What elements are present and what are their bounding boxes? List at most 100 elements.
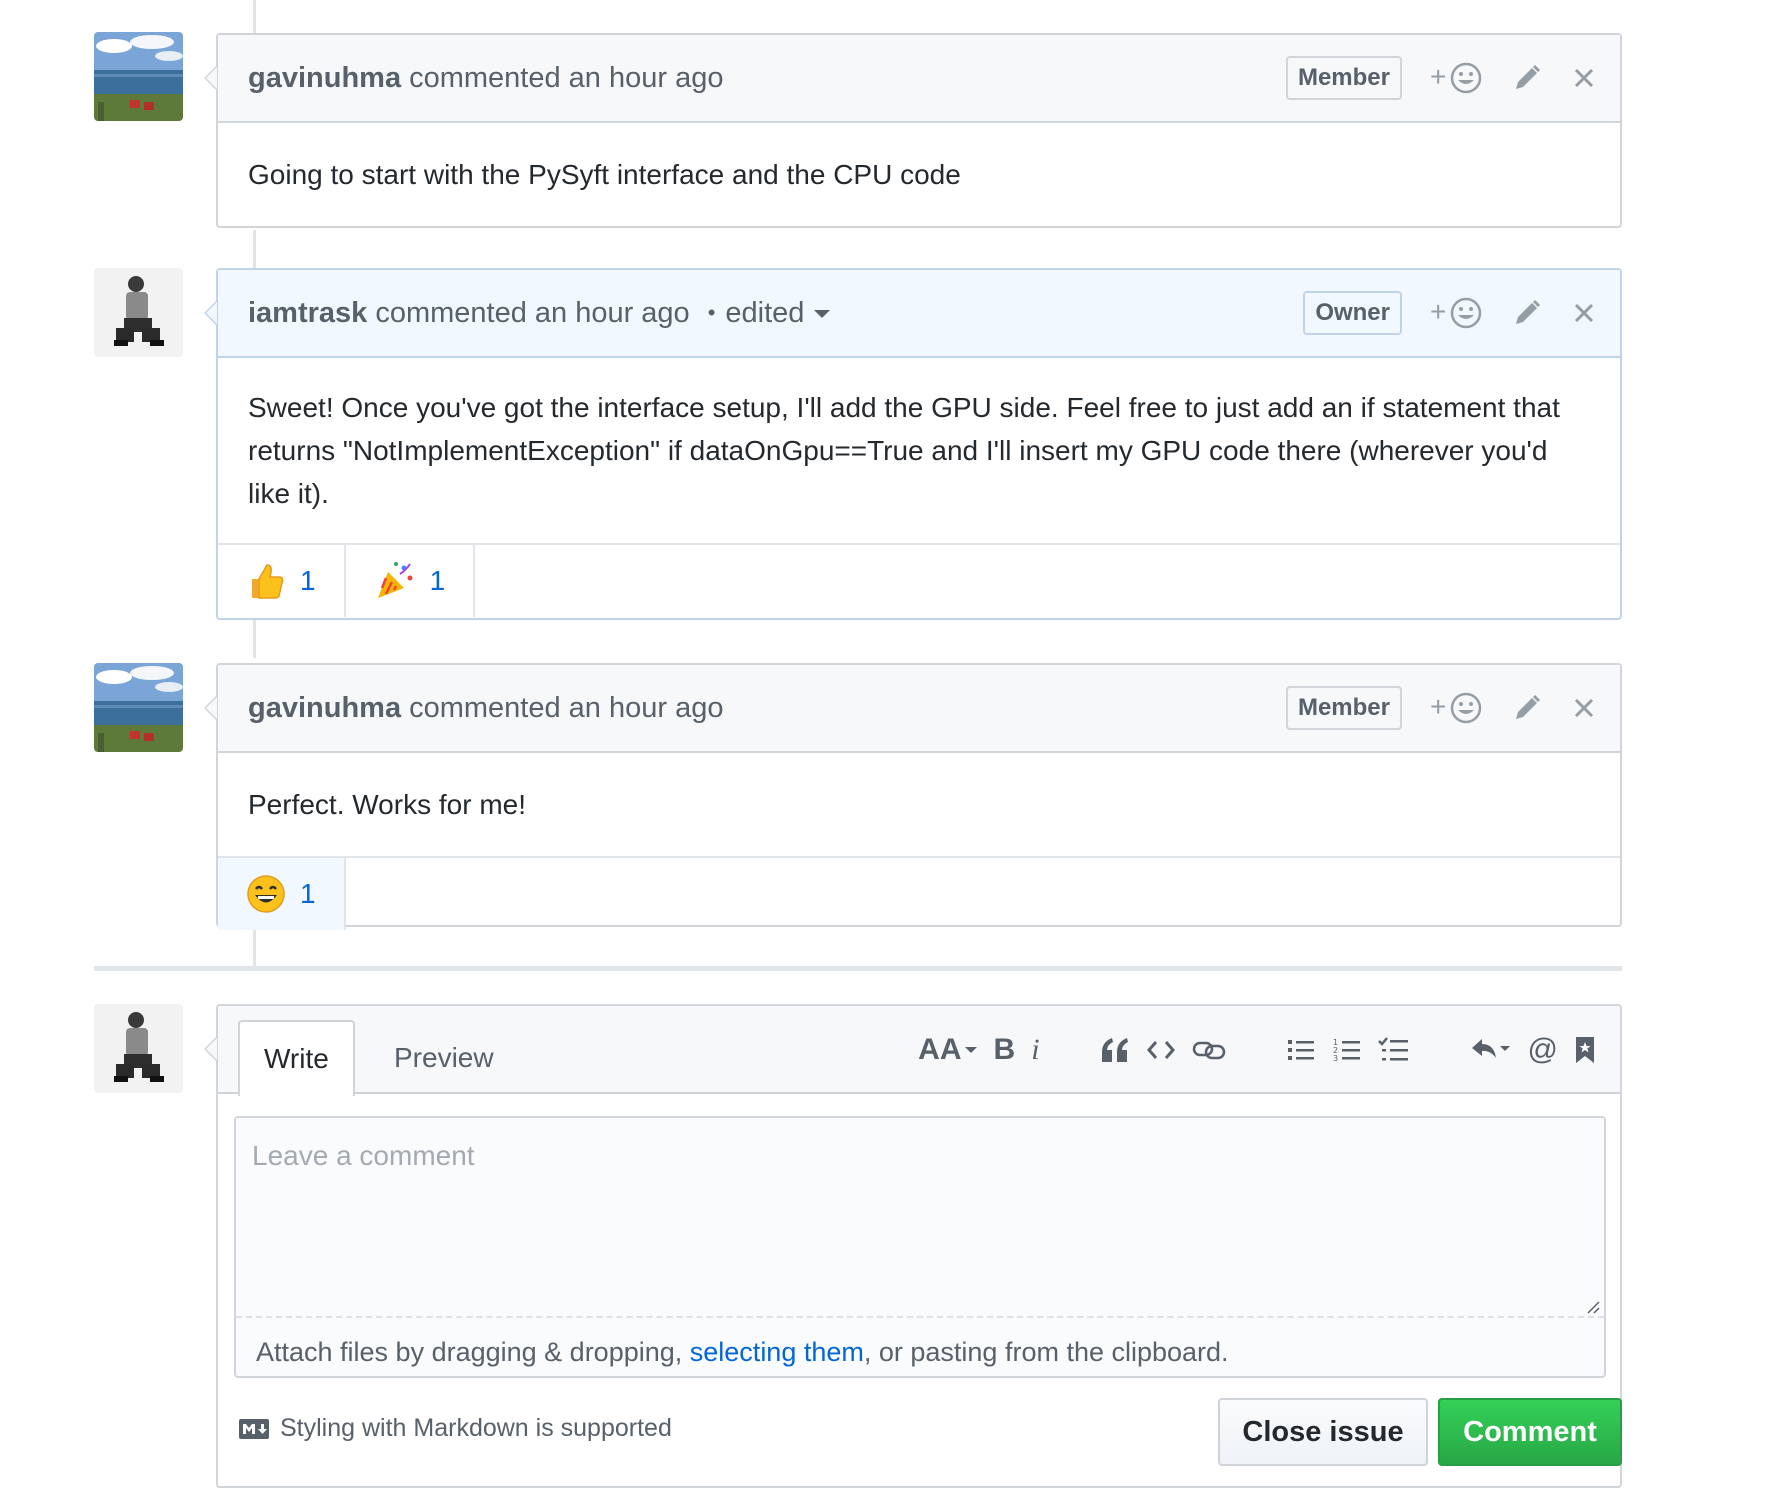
reactions-bar: 1 1 xyxy=(218,543,1620,617)
comment-timestamp[interactable]: commented an hour ago xyxy=(409,62,723,95)
reaction-count: 1 xyxy=(429,565,446,596)
avatar-gavinuhma[interactable] xyxy=(94,663,183,752)
timeline-divider xyxy=(94,966,1622,971)
reply-icon[interactable] xyxy=(1470,1036,1512,1064)
avatar-gavinuhma[interactable] xyxy=(94,32,183,121)
reaction-tada[interactable]: 1 xyxy=(346,545,476,617)
close-issue-button[interactable]: Close issue xyxy=(1218,1398,1428,1466)
select-files-link[interactable]: selecting them xyxy=(690,1337,864,1367)
comment-actions: Member + xyxy=(1285,35,1596,121)
member-badge: Member xyxy=(1285,686,1402,730)
header-text-button[interactable]: AA xyxy=(918,1033,977,1067)
edited-dropdown[interactable]: edited xyxy=(725,296,831,330)
comment-timestamp[interactable]: commented an hour ago xyxy=(375,297,689,330)
ordered-list-icon[interactable]: 123 xyxy=(1332,1036,1362,1064)
svg-text:3: 3 xyxy=(1333,1054,1338,1063)
timeline-line xyxy=(253,230,256,270)
svg-text:+: + xyxy=(1430,61,1446,92)
toolbar-group-extra: @ xyxy=(1454,1033,1596,1067)
owner-badge: Owner xyxy=(1303,291,1402,335)
comment-button[interactable]: Comment xyxy=(1438,1398,1622,1466)
timeline-line xyxy=(253,0,256,36)
smile-icon xyxy=(246,874,286,914)
chevron-down-icon xyxy=(814,309,831,318)
resize-handle-icon[interactable] xyxy=(1584,1298,1600,1319)
pencil-icon[interactable] xyxy=(1512,63,1542,93)
code-icon[interactable] xyxy=(1146,1038,1176,1062)
reaction-smile[interactable]: 1 xyxy=(218,858,346,930)
avatar-person-image xyxy=(94,268,183,357)
tab-write[interactable]: Write xyxy=(238,1020,355,1096)
comment: iamtrask commented an hour ago • edited … xyxy=(204,268,1622,620)
unordered-list-icon[interactable] xyxy=(1286,1036,1316,1064)
comment: gavinuhma commented an hour ago Member +… xyxy=(204,33,1622,228)
issue-timeline: gavinuhma commented an hour ago Member +… xyxy=(0,0,1772,1504)
reaction-count: 1 xyxy=(300,878,316,909)
close-icon[interactable] xyxy=(1572,696,1596,720)
timeline-line xyxy=(253,924,256,966)
saved-reply-icon[interactable] xyxy=(1574,1035,1596,1065)
close-icon[interactable] xyxy=(1572,66,1596,90)
reactions-bar: 1 xyxy=(218,856,1620,930)
comment-body: Sweet! Once you've got the interface set… xyxy=(248,392,1560,509)
add-reaction-icon[interactable]: + xyxy=(1430,61,1484,95)
attach-suffix: , or pasting from the clipboard. xyxy=(863,1337,1229,1367)
comment-caret xyxy=(204,65,217,91)
bold-button[interactable]: B xyxy=(994,1033,1016,1067)
task-list-icon[interactable] xyxy=(1377,1036,1410,1064)
comment-author[interactable]: gavinuhma xyxy=(248,62,401,95)
markdown-hint-text: Styling with Markdown is supported xyxy=(280,1414,672,1442)
comment-header: gavinuhma commented an hour ago Member + xyxy=(218,665,1620,753)
svg-text:+: + xyxy=(1430,691,1446,722)
comment-author[interactable]: gavinuhma xyxy=(248,692,401,725)
attach-files-hint: Attach files by dragging & dropping, sel… xyxy=(236,1323,1604,1381)
close-icon[interactable] xyxy=(1572,301,1596,325)
composer-footer: Styling with Markdown is supported Close… xyxy=(218,1392,1622,1472)
italic-button[interactable]: i xyxy=(1031,1033,1039,1067)
pencil-icon[interactable] xyxy=(1512,298,1542,328)
attach-prefix: Attach files by dragging & dropping, xyxy=(256,1337,690,1367)
comment-actions: Member + xyxy=(1285,665,1596,751)
header-text-icon: AA xyxy=(918,1033,962,1066)
edited-label: edited xyxy=(725,296,805,329)
reaction-count: 1 xyxy=(300,565,316,596)
write-area: Attach files by dragging & dropping, sel… xyxy=(234,1116,1606,1378)
member-badge: Member xyxy=(1285,56,1402,100)
avatar-landscape-image xyxy=(94,663,183,752)
comment-timestamp[interactable]: commented an hour ago xyxy=(409,692,723,725)
comment-actions: Owner + xyxy=(1303,270,1596,356)
tab-preview[interactable]: Preview xyxy=(370,1020,518,1096)
composer-tabs: Write Preview AA B i 1 2 3 @ xyxy=(218,1006,1620,1096)
comment-header: iamtrask commented an hour ago • edited … xyxy=(218,270,1620,358)
comment: gavinuhma commented an hour ago Member +… xyxy=(204,663,1622,930)
quote-icon[interactable] xyxy=(1100,1036,1130,1064)
comment-header: gavinuhma commented an hour ago Member + xyxy=(218,35,1620,123)
comment-body: Going to start with the PySyft interface… xyxy=(248,159,961,190)
comment-caret xyxy=(204,695,217,721)
pencil-icon[interactable] xyxy=(1512,693,1542,723)
avatar-person-image xyxy=(94,1004,183,1093)
mention-button[interactable]: @ xyxy=(1528,1033,1558,1067)
toolbar-group-insert xyxy=(1084,1036,1226,1064)
tada-icon xyxy=(374,560,416,602)
add-reaction-icon[interactable]: + xyxy=(1430,691,1484,725)
avatar-current-user[interactable] xyxy=(94,1004,183,1093)
reaction-thumbs-up[interactable]: 1 xyxy=(218,545,346,617)
toolbar-group-text: AA B i xyxy=(902,1033,1039,1067)
markdown-icon xyxy=(239,1418,269,1439)
comment-caret xyxy=(204,1036,217,1062)
comment-body: Perfect. Works for me! xyxy=(248,789,526,820)
svg-text:+: + xyxy=(1430,296,1446,327)
comment-composer: Write Preview AA B i 1 2 3 @ Leave a com… xyxy=(204,1004,1622,1488)
markdown-hint[interactable]: Styling with Markdown is supported xyxy=(238,1414,672,1443)
timeline-line xyxy=(253,618,256,658)
toolbar-group-lists: 123 xyxy=(1270,1036,1410,1064)
link-icon[interactable] xyxy=(1192,1038,1226,1062)
markdown-toolbar: AA B i 1 2 3 @ xyxy=(902,1006,1596,1094)
comment-textarea[interactable] xyxy=(236,1118,1604,1318)
comment-caret xyxy=(204,300,217,326)
add-reaction-icon[interactable]: + xyxy=(1430,296,1484,330)
avatar-iamtrask[interactable] xyxy=(94,268,183,357)
comment-author[interactable]: iamtrask xyxy=(248,297,367,330)
thumbs-up-icon xyxy=(246,561,286,601)
